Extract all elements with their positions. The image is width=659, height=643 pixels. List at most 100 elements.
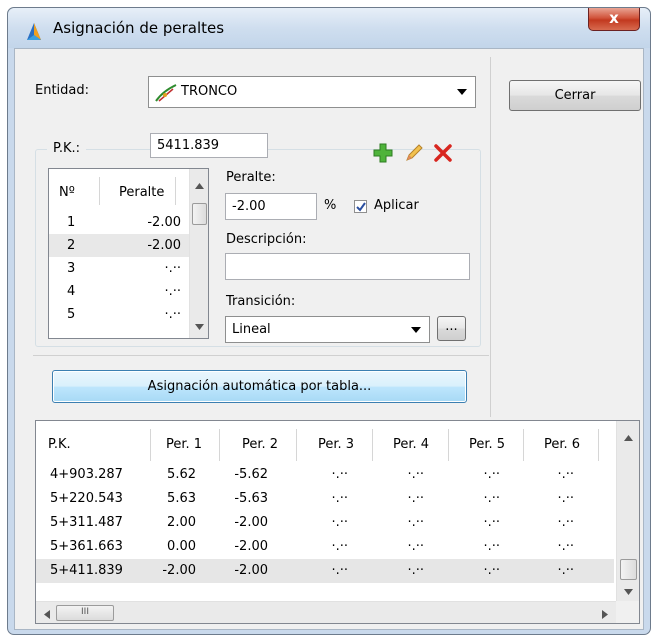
descripcion-label: Descripción: — [226, 232, 307, 247]
cell-per3: ·.·· — [331, 563, 348, 578]
row-number: 2 — [67, 238, 76, 253]
table-row[interactable]: 5+220.543 5.63 -5.63 ·.·· ·.·· ·.·· ·.·· — [36, 487, 614, 510]
scroll-up-icon[interactable] — [195, 183, 204, 189]
table-row[interactable]: 5+411.839 -2.00 -2.00 ·.·· ·.·· ·.·· ·.·… — [36, 559, 614, 583]
cell-per5: ·.·· — [483, 515, 500, 530]
row-number: 3 — [67, 261, 76, 276]
cell-per3: ·.·· — [331, 539, 348, 554]
cell-per4: ·.·· — [407, 563, 424, 578]
pk-input[interactable]: 5411.839 — [150, 133, 268, 158]
cell-pk: 5+361.663 — [50, 539, 123, 554]
list-item[interactable]: 5 ·.·· — [49, 303, 189, 326]
table-row[interactable]: 4+903.287 5.62 -5.62 ·.·· ·.·· ·.·· ·.·· — [36, 463, 614, 486]
peralte-input[interactable]: -2.00 — [225, 193, 317, 220]
table-row[interactable]: 5+311.487 2.00 -2.00 ·.·· ·.·· ·.·· ·.·· — [36, 511, 614, 534]
header-divider — [296, 429, 297, 461]
dialog-body: Entidad: TRONCO Cerrar P.K.: 5411.839 Nº… — [14, 48, 644, 630]
scroll-corner — [616, 601, 639, 623]
scroll-down-icon[interactable] — [195, 324, 204, 330]
cell-per1: 0.00 — [167, 539, 196, 554]
scroll-thumb[interactable] — [620, 559, 637, 580]
list-item[interactable]: 1 -2.00 — [49, 211, 189, 234]
cell-per1: 5.63 — [167, 491, 196, 506]
peralte-list[interactable]: Nº Peralte 1 -2.00 2 -2.00 3 ·.·· 4 ·.··… — [48, 168, 209, 339]
transicion-combobox[interactable]: Lineal — [225, 316, 430, 343]
row-value: ·.·· — [164, 261, 181, 276]
cell-per6: ·.·· — [557, 563, 574, 578]
table-vertical-scrollbar[interactable] — [616, 421, 639, 601]
scroll-down-icon[interactable] — [624, 589, 633, 595]
column-header-per5[interactable]: Per. 5 — [469, 437, 505, 452]
entity-value: TRONCO — [181, 84, 238, 99]
row-value: -2.00 — [147, 215, 181, 230]
descripcion-input[interactable] — [225, 253, 470, 280]
horizontal-divider — [33, 355, 489, 356]
column-header-per3[interactable]: Per. 3 — [318, 437, 354, 452]
cell-per3: ·.·· — [331, 491, 348, 506]
header-divider — [150, 429, 151, 461]
dialog-window: Asignación de peraltes x Entidad: TRONCO… — [7, 7, 651, 635]
cell-per6: ·.·· — [557, 539, 574, 554]
cell-per2: -2.00 — [234, 563, 268, 578]
list-vertical-scrollbar[interactable] — [189, 169, 208, 338]
column-header-peralte: Peralte — [119, 185, 165, 200]
cell-per5: ·.·· — [483, 563, 500, 578]
column-header-per4[interactable]: Per. 4 — [393, 437, 429, 452]
header-divider — [372, 429, 373, 461]
cell-per3: ·.·· — [331, 467, 348, 482]
check-icon — [356, 202, 366, 212]
entity-label: Entidad: — [35, 83, 90, 98]
pk-table[interactable]: P.K. Per. 1 Per. 2 Per. 3 Per. 4 Per. 5 … — [35, 420, 640, 624]
scroll-left-icon[interactable] — [44, 610, 50, 619]
table-horizontal-scrollbar[interactable]: III — [36, 601, 616, 623]
pencil-icon[interactable] — [404, 143, 424, 163]
window-title: Asignación de peraltes — [53, 19, 225, 37]
header-divider — [523, 429, 524, 461]
row-number: 5 — [67, 307, 76, 322]
horizontal-scroll-thumb[interactable]: III — [56, 605, 114, 621]
cell-per5: ·.·· — [483, 539, 500, 554]
apply-label[interactable]: Aplicar — [374, 198, 419, 213]
close-button[interactable]: Cerrar — [509, 80, 641, 111]
chevron-down-icon — [457, 89, 467, 95]
column-header-per2[interactable]: Per. 2 — [242, 437, 278, 452]
cell-per4: ·.·· — [407, 515, 424, 530]
column-header-pk[interactable]: P.K. — [48, 437, 71, 452]
scroll-right-icon[interactable] — [602, 610, 608, 619]
list-item[interactable]: 3 ·.·· — [49, 257, 189, 280]
cell-per2: -5.63 — [234, 491, 268, 506]
delete-x-icon[interactable] — [433, 143, 453, 163]
chevron-down-icon — [411, 326, 421, 333]
cell-per6: ·.·· — [557, 491, 574, 506]
transicion-more-button[interactable]: ... — [437, 316, 466, 341]
row-value: ·.·· — [164, 284, 181, 299]
header-divider — [598, 429, 599, 461]
header-divider — [448, 429, 449, 461]
cell-per1: -2.00 — [162, 563, 196, 578]
list-item[interactable]: 4 ·.·· — [49, 280, 189, 303]
apply-checkbox[interactable] — [354, 200, 367, 213]
list-item[interactable]: 2 -2.00 — [49, 234, 189, 257]
row-value: ·.·· — [164, 307, 181, 322]
row-value: -2.00 — [147, 238, 181, 253]
header-divider — [219, 429, 220, 461]
plus-icon[interactable] — [373, 143, 393, 163]
column-header-per1[interactable]: Per. 1 — [166, 437, 202, 452]
cell-pk: 4+903.287 — [50, 467, 123, 482]
scroll-up-icon[interactable] — [624, 435, 633, 441]
row-number: 1 — [67, 215, 76, 230]
column-header-per6[interactable]: Per. 6 — [544, 437, 580, 452]
cell-per1: 2.00 — [167, 515, 196, 530]
auto-assign-button[interactable]: Asignación automática por tabla... — [52, 370, 467, 403]
cell-per2: -2.00 — [234, 515, 268, 530]
entity-combobox[interactable]: TRONCO — [148, 76, 476, 108]
table-row[interactable]: 5+361.663 0.00 -2.00 ·.·· ·.·· ·.·· ·.·· — [36, 535, 614, 558]
title-bar[interactable]: Asignación de peraltes x — [8, 8, 650, 48]
window-close-button[interactable]: x — [588, 8, 640, 31]
cell-per6: ·.·· — [557, 515, 574, 530]
cell-per2: -5.62 — [234, 467, 268, 482]
row-number: 4 — [67, 284, 76, 299]
cell-per4: ·.·· — [407, 539, 424, 554]
scroll-thumb[interactable] — [192, 203, 207, 225]
alignment-icon — [155, 84, 177, 102]
